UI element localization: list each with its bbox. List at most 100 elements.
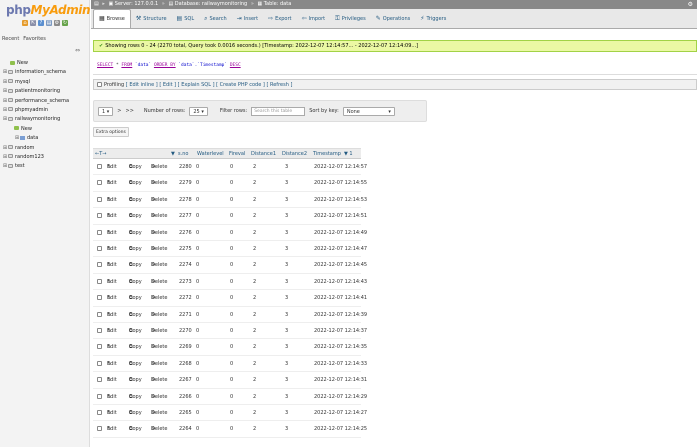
cell-id[interactable]: 2271 (179, 307, 192, 323)
cell-distance1[interactable]: 2 (253, 274, 256, 290)
cell-id[interactable]: 2273 (179, 274, 192, 290)
cell-fireval[interactable]: 0 (230, 307, 233, 323)
cell-id[interactable]: 2264 (179, 421, 192, 437)
cell-distance1[interactable]: 2 (253, 290, 256, 306)
cell-distance2[interactable]: 3 (285, 159, 288, 175)
cell-distance1[interactable]: 2 (253, 307, 256, 323)
column-timestamp[interactable]: Timestamp (313, 149, 341, 159)
favorites-tab[interactable]: Favorites (23, 36, 46, 42)
cell-distance2[interactable]: 3 (285, 421, 288, 437)
column-distance2[interactable]: Distance2 (282, 149, 307, 159)
cell-distance1[interactable]: 2 (253, 389, 256, 405)
cell-id[interactable]: 2268 (179, 356, 192, 372)
tab-export[interactable]: ⇨ Export (263, 10, 296, 28)
cell-distance1[interactable]: 2 (253, 159, 256, 175)
tab-browse[interactable]: ▦ Browse (93, 9, 131, 28)
tree-item-new[interactable]: New (2, 59, 88, 68)
cell-fireval[interactable]: 0 (230, 421, 233, 437)
tab-structure[interactable]: ⚒ Structure (131, 10, 172, 28)
cell-id[interactable]: 2276 (179, 225, 192, 241)
cell-distance1[interactable]: 2 (253, 372, 256, 388)
cell-timestamp[interactable]: 2022-12-07 12:14:45 (314, 257, 367, 273)
recent-tab[interactable]: Recent (2, 36, 19, 42)
tree-item-patientmonitoring[interactable]: ⊞ patientmonitoring (2, 87, 88, 96)
cell-fireval[interactable]: 0 (230, 339, 233, 355)
cell-waterlevel[interactable]: 0 (196, 208, 199, 224)
cell-timestamp[interactable]: 2022-12-07 12:14:41 (314, 290, 367, 306)
column-waterlevel[interactable]: Waterlevel (197, 149, 224, 159)
cell-distance2[interactable]: 3 (285, 192, 288, 208)
tree-item-random123[interactable]: ⊞ random123 (2, 153, 88, 162)
docs-icon[interactable]: ? (38, 20, 44, 26)
cell-id[interactable]: 2269 (179, 339, 192, 355)
tab-import[interactable]: ⇦ Import (296, 10, 330, 28)
cell-distance1[interactable]: 2 (253, 241, 256, 257)
cell-waterlevel[interactable]: 0 (196, 274, 199, 290)
cell-waterlevel[interactable]: 0 (196, 323, 199, 339)
cell-distance2[interactable]: 3 (285, 274, 288, 290)
cell-distance2[interactable]: 3 (285, 175, 288, 191)
cell-distance2[interactable]: 3 (285, 372, 288, 388)
cell-distance2[interactable]: 3 (285, 208, 288, 224)
cell-timestamp[interactable]: 2022-12-07 12:14:43 (314, 274, 367, 290)
cell-timestamp[interactable]: 2022-12-07 12:14:53 (314, 192, 367, 208)
tree-item-railwaymonitoring[interactable]: ⊞ railwaymonitoring (2, 115, 88, 124)
cell-fireval[interactable]: 0 (230, 389, 233, 405)
column-distance1[interactable]: Distance1 (251, 149, 276, 159)
cell-waterlevel[interactable]: 0 (196, 421, 199, 437)
tab-privileges[interactable]: ⚿ Privileges (330, 10, 371, 28)
tree-item-phpmyadmin[interactable]: ⊞ phpmyadmin (2, 106, 88, 115)
tab-search[interactable]: ⌕ Search (199, 10, 232, 28)
tree-item-new[interactable]: New (2, 125, 88, 134)
cell-timestamp[interactable]: 2022-12-07 12:14:57 (314, 159, 367, 175)
tree-item-random[interactable]: ⊞ random (2, 144, 88, 153)
cell-id[interactable]: 2267 (179, 372, 192, 388)
tree-item-performance-schema[interactable]: ⊞ performance_schema (2, 97, 88, 106)
cell-distance1[interactable]: 2 (253, 421, 256, 437)
cell-fireval[interactable]: 0 (230, 208, 233, 224)
cell-fireval[interactable]: 0 (230, 257, 233, 273)
cell-timestamp[interactable]: 2022-12-07 12:14:33 (314, 356, 367, 372)
timestamp-sort-icon[interactable]: ▼ 1 (344, 149, 353, 159)
cell-fireval[interactable]: 0 (230, 175, 233, 191)
sql-docs-icon[interactable]: ▤ (46, 20, 52, 26)
cell-distance1[interactable]: 2 (253, 257, 256, 273)
cell-fireval[interactable]: 0 (230, 372, 233, 388)
breadcrumb-database[interactable]: Database: railwaymonitoring (175, 1, 247, 7)
cell-timestamp[interactable]: 2022-12-07 12:14:39 (314, 307, 367, 323)
cell-id[interactable]: 2270 (179, 323, 192, 339)
cell-timestamp[interactable]: 2022-12-07 12:14:55 (314, 175, 367, 191)
cell-fireval[interactable]: 0 (230, 274, 233, 290)
cell-waterlevel[interactable]: 0 (196, 257, 199, 273)
menu-icon[interactable]: ▤ (94, 1, 99, 7)
extra-options-button[interactable]: Extra options (93, 127, 129, 137)
cell-timestamp[interactable]: 2022-12-07 12:14:31 (314, 372, 367, 388)
cell-id[interactable]: 2272 (179, 290, 192, 306)
cell-fireval[interactable]: 0 (230, 323, 233, 339)
tab-operations[interactable]: ✎ Operations (371, 10, 416, 28)
cell-distance2[interactable]: 3 (285, 290, 288, 306)
reload-icon[interactable]: ↻ (62, 20, 68, 26)
query-links[interactable]: [ Edit inline ] [ Edit ] [ Explain SQL ]… (126, 82, 293, 88)
cell-distance1[interactable]: 2 (253, 405, 256, 421)
cell-waterlevel[interactable]: 0 (196, 356, 199, 372)
tree-item-information-schema[interactable]: ⊞ information_schema (2, 68, 88, 77)
cell-waterlevel[interactable]: 0 (196, 405, 199, 421)
cell-waterlevel[interactable]: 0 (196, 241, 199, 257)
cell-distance1[interactable]: 2 (253, 175, 256, 191)
collapse-link-icon[interactable]: ⇔ (75, 47, 80, 54)
profiling-checkbox[interactable] (97, 82, 102, 87)
gear-icon[interactable]: ⚙ (688, 0, 693, 9)
column-arrows[interactable]: ←T→ (95, 149, 106, 159)
cell-id[interactable]: 2278 (179, 192, 192, 208)
cell-waterlevel[interactable]: 0 (196, 290, 199, 306)
cell-timestamp[interactable]: 2022-12-07 12:14:29 (314, 389, 367, 405)
cell-fireval[interactable]: 0 (230, 241, 233, 257)
page-select[interactable]: 1 ▾ (98, 106, 114, 116)
cell-waterlevel[interactable]: 0 (196, 389, 199, 405)
cell-distance2[interactable]: 3 (285, 307, 288, 323)
cell-waterlevel[interactable]: 0 (196, 225, 199, 241)
tree-item-test[interactable]: ⊞ test (2, 162, 88, 171)
logout-icon[interactable]: ⇱ (30, 20, 36, 26)
cell-timestamp[interactable]: 2022-12-07 12:14:49 (314, 225, 367, 241)
